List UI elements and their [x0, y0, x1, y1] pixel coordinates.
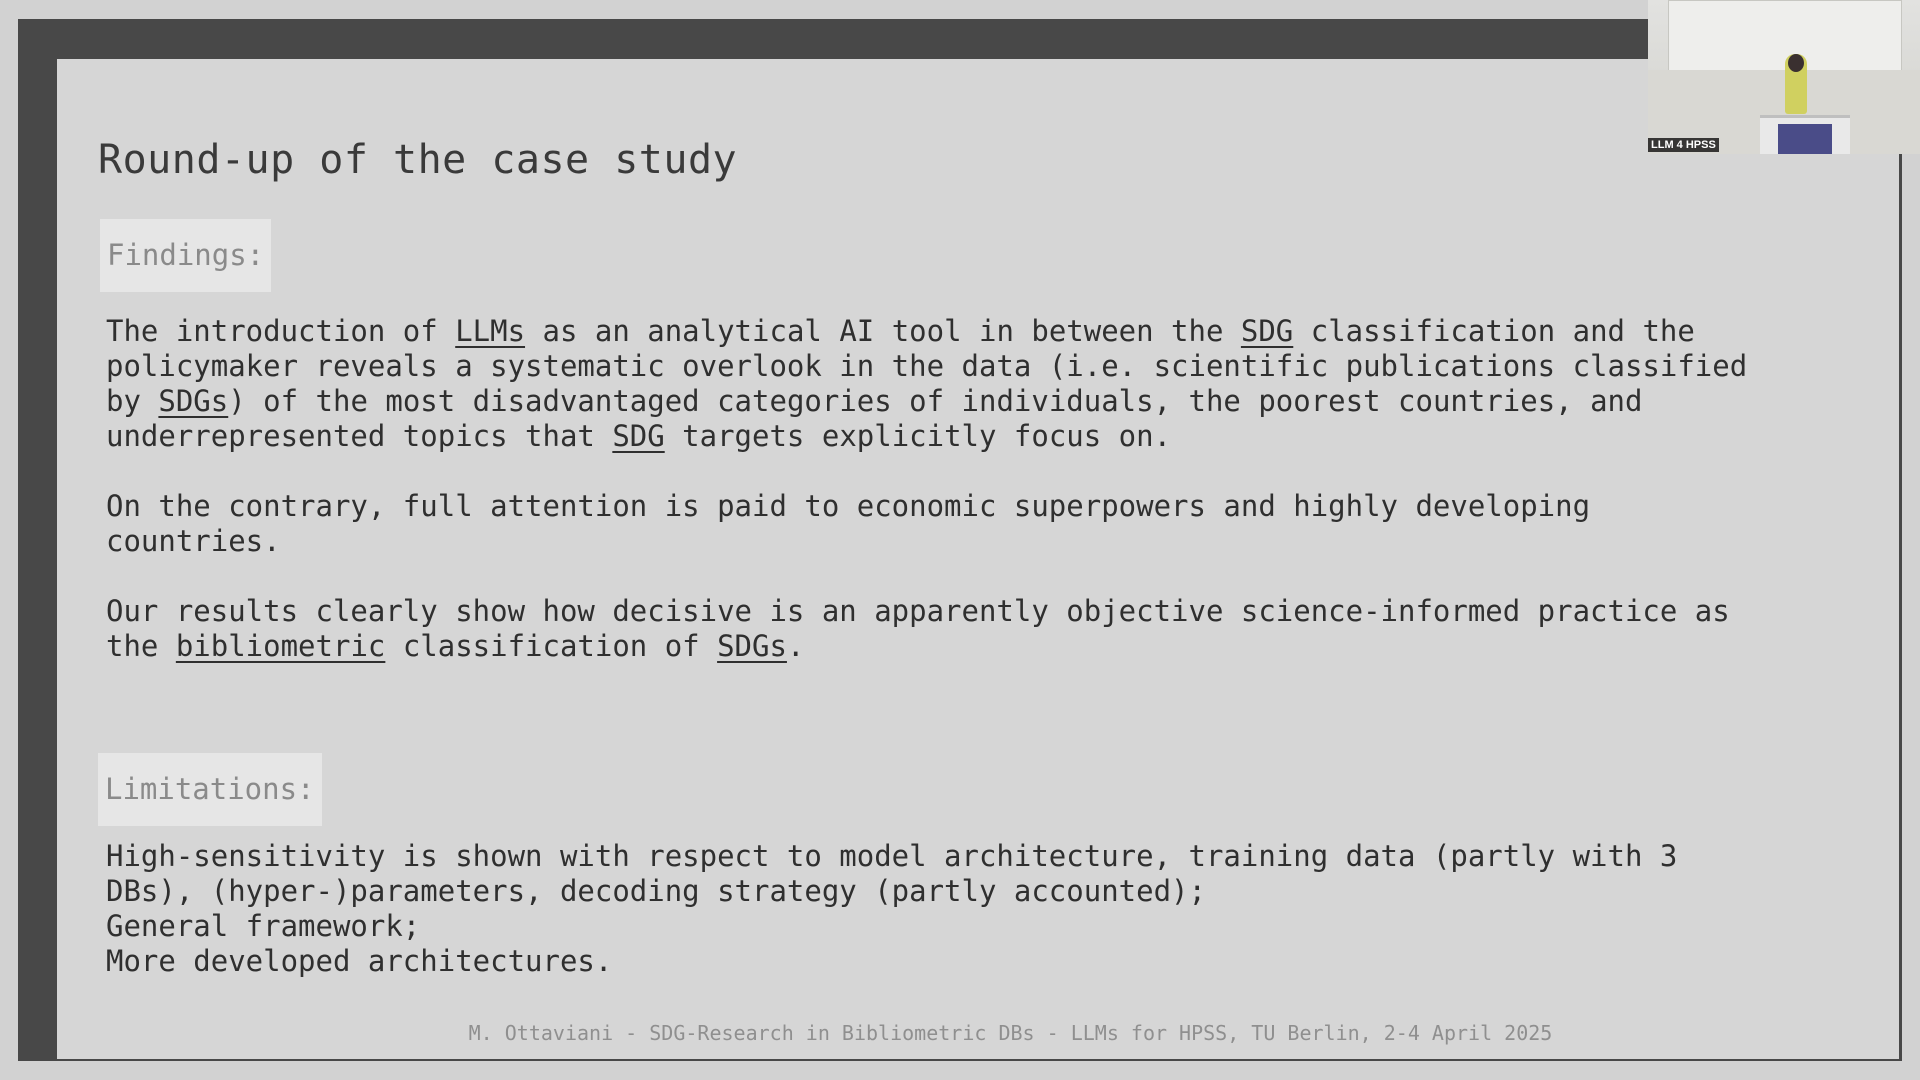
- limitations-label: Limitations:: [98, 753, 322, 826]
- video-overlay-label: LLM 4 HPSS: [1648, 138, 1719, 152]
- underlined-term: SDG: [1240, 314, 1294, 348]
- underlined-term: SDGs: [717, 629, 787, 663]
- findings-paragraph-2: On the contrary, full attention is paid …: [106, 489, 1591, 558]
- underlined-term: SDGs: [158, 384, 229, 418]
- podium-display: [1778, 124, 1832, 154]
- findings-label: Findings:: [100, 219, 272, 292]
- slide-footer: M. Ottaviani - SDG-Research in Bibliomet…: [468, 1021, 1553, 1045]
- underlined-term: LLMs: [455, 314, 526, 348]
- findings-paragraph-3: Our results clearly show how decisive is…: [106, 594, 1730, 663]
- speaker-video-overlay[interactable]: LLM 4 HPSS: [1648, 0, 1920, 154]
- underlined-term: SDG: [612, 419, 665, 453]
- slide: Round-up of the case study Findings: The…: [57, 59, 1899, 1059]
- presentation-frame: Round-up of the case study Findings: The…: [18, 19, 1902, 1061]
- limitations-text: High-sensitivity is shown with respect t…: [106, 839, 1678, 978]
- speaker-head: [1788, 54, 1804, 72]
- slide-title: Round-up of the case study: [98, 137, 738, 183]
- underlined-term: bibliometric: [175, 629, 386, 663]
- findings-paragraph-1: The introduction of LLMs as an analytica…: [106, 314, 1748, 453]
